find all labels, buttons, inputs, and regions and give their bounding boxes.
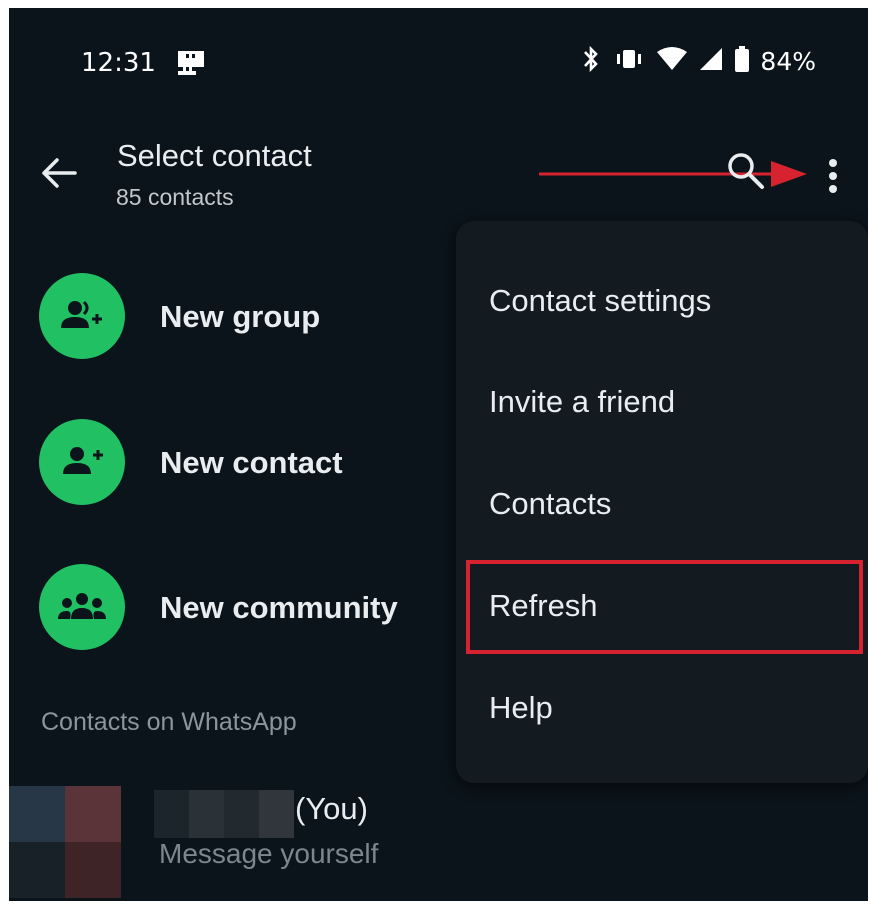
battery-percentage: 84% — [760, 46, 816, 76]
new-contact-row[interactable]: New contact — [9, 419, 459, 519]
cell-signal-icon — [698, 45, 724, 78]
wifi-icon — [656, 45, 688, 78]
group-add-icon — [39, 273, 125, 359]
contact-subtitle: Message yourself — [159, 838, 379, 869]
new-group-row[interactable]: New group — [9, 273, 459, 373]
contact-count: 85 contacts — [116, 184, 234, 210]
new-community-row[interactable]: New community — [9, 564, 459, 664]
menu-item-invite-a-friend[interactable]: Invite a friend — [456, 352, 868, 452]
menu-item-refresh[interactable]: Refresh — [456, 556, 868, 656]
menu-item-help[interactable]: Help — [456, 658, 868, 758]
avatar — [9, 786, 121, 898]
search-icon[interactable] — [724, 149, 768, 198]
vibrate-icon — [612, 45, 646, 78]
menu-item-contact-settings[interactable]: Contact settings — [456, 251, 868, 351]
bluetooth-icon — [580, 45, 602, 78]
person-add-icon — [39, 419, 125, 505]
notification-app-icon — [175, 48, 207, 83]
section-header: Contacts on WhatsApp — [41, 708, 297, 736]
back-arrow-icon[interactable] — [39, 156, 79, 195]
whatsapp-select-contact-screen: 12:31 84% Select contact 85 contacts New… — [9, 8, 868, 901]
contact-name-suffix: (You) — [295, 791, 368, 826]
battery-icon — [734, 45, 750, 78]
new-contact-label: New contact — [160, 445, 343, 480]
redacted-name — [154, 790, 294, 838]
new-community-label: New community — [160, 590, 398, 625]
status-time: 12:31 — [81, 48, 156, 78]
status-icons: 84% — [580, 45, 816, 78]
community-icon — [39, 564, 125, 650]
self-contact-row[interactable]: (You) Message yourself — [9, 776, 469, 901]
overflow-menu: Contact settings Invite a friend Contact… — [456, 221, 868, 783]
menu-item-contacts[interactable]: Contacts — [456, 454, 868, 554]
annotation-arrow — [539, 157, 814, 196]
more-vert-icon[interactable] — [827, 158, 839, 199]
new-group-label: New group — [160, 299, 321, 334]
page-title: Select contact — [117, 138, 312, 173]
